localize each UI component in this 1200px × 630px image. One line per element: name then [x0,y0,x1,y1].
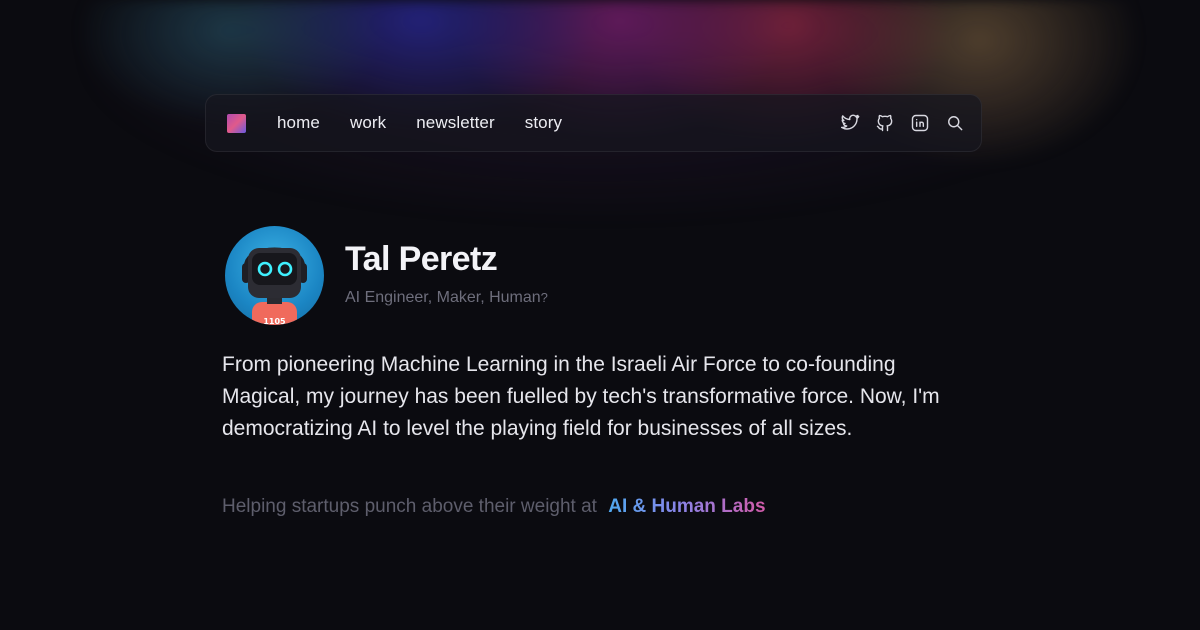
twitter-icon[interactable] [840,113,860,133]
linkedin-icon[interactable] [910,113,930,133]
github-icon[interactable] [875,113,895,133]
helping-line: Helping startups punch above their weigh… [222,496,766,518]
profile-name: Tal Peretz [345,240,498,278]
nav-links: home work newsletter story [277,95,592,151]
nav-link-work[interactable]: work [350,113,386,133]
nav-link-home[interactable]: home [277,113,320,133]
nav-link-story[interactable]: story [525,113,562,133]
tagline-text: AI Engineer, Maker, Human [345,289,541,306]
ai-human-labs-link[interactable]: AI & Human Labs [608,496,765,517]
site-logo[interactable] [227,114,246,133]
avatar-badge-text: 1105 [263,317,286,325]
nav-link-newsletter[interactable]: newsletter [416,113,494,133]
bio-paragraph: From pioneering Machine Learning in the … [222,353,940,440]
helping-text: Helping startups punch above their weigh… [222,496,597,517]
tagline-question-mark: ? [540,290,548,305]
top-navbar: home work newsletter story [205,94,982,152]
search-icon[interactable] [945,113,965,133]
avatar: 1105 [225,226,324,325]
social-icons [825,95,965,151]
profile-tagline: AI Engineer, Maker, Human? [345,289,548,307]
